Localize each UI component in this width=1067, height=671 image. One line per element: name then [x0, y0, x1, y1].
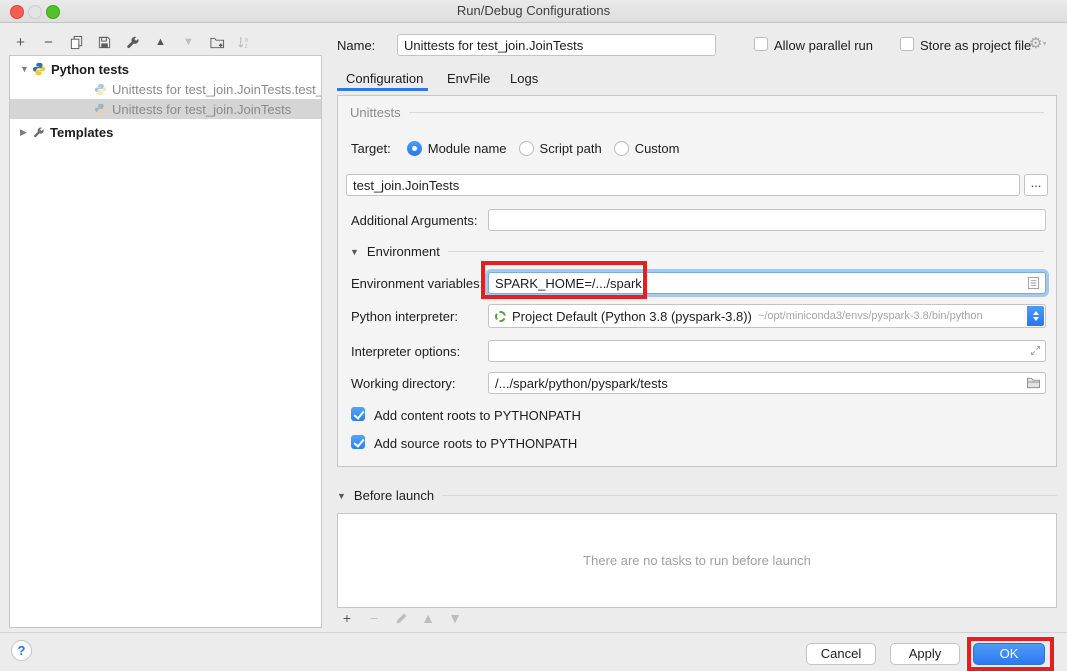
conda-env-icon: [495, 311, 506, 322]
module-name-label: Module name: [428, 141, 507, 156]
tab-configuration[interactable]: Configuration: [346, 71, 423, 86]
wrench-icon: [32, 126, 45, 139]
configurations-toolbar: + − ▲ ▼ az: [12, 34, 253, 51]
target-label: Target:: [351, 141, 391, 156]
group-divider: [442, 495, 1057, 496]
configuration-panel: Unittests Target: Module name Script pat…: [337, 95, 1057, 467]
add-task-icon[interactable]: +: [340, 611, 354, 625]
script-path-radio[interactable]: [519, 141, 534, 156]
group-divider: [409, 112, 1044, 113]
interpreter-options-input[interactable]: [488, 340, 1046, 362]
expand-field-icon[interactable]: [1029, 344, 1042, 357]
allow-parallel-run-label: Allow parallel run: [774, 38, 873, 53]
add-source-roots-checkbox[interactable]: [351, 435, 365, 449]
add-source-roots-label: Add source roots to PYTHONPATH: [374, 436, 577, 451]
python-icon: [32, 62, 46, 76]
window-title: Run/Debug Configurations: [0, 3, 1067, 18]
active-tab-indicator: [337, 88, 428, 91]
script-path-label: Script path: [540, 141, 602, 156]
move-task-down-icon[interactable]: ▼: [448, 611, 462, 625]
custom-radio[interactable]: [614, 141, 629, 156]
gear-icon[interactable]: ⚙▾: [1029, 34, 1046, 52]
apply-button[interactable]: Apply: [890, 643, 960, 665]
store-as-project-file-label: Store as project file: [920, 38, 1031, 53]
group-divider: [448, 251, 1044, 252]
working-directory-input[interactable]: [488, 372, 1046, 394]
help-button[interactable]: ?: [11, 640, 32, 661]
expand-icon[interactable]: ▶: [20, 127, 32, 138]
titlebar: Run/Debug Configurations: [0, 0, 1067, 23]
python-interpreter-select[interactable]: Project Default (Python 3.8 (pyspark-3.8…: [488, 304, 1046, 328]
before-launch-task-list: There are no tasks to run before launch: [337, 513, 1057, 608]
additional-arguments-input[interactable]: [488, 209, 1046, 231]
new-folder-icon[interactable]: [208, 34, 225, 51]
add-configuration-icon[interactable]: +: [12, 34, 29, 51]
edit-task-icon[interactable]: [394, 611, 408, 625]
environment-group-header[interactable]: ▼ Environment: [350, 244, 1044, 259]
environment-variables-label: Environment variables:: [351, 276, 483, 291]
interpreter-name: Project Default (Python 3.8 (pyspark-3.8…: [512, 309, 752, 324]
collapse-icon[interactable]: ▼: [350, 247, 359, 257]
tree-item-templates[interactable]: ▶ Templates: [10, 122, 321, 142]
sort-configurations-icon[interactable]: az: [236, 34, 253, 51]
before-launch-group-header[interactable]: ▼ Before launch: [337, 488, 1057, 503]
before-launch-empty-text: There are no tasks to run before launch: [583, 553, 811, 568]
before-launch-label: Before launch: [354, 488, 434, 503]
module-name-radio[interactable]: [407, 141, 422, 156]
move-up-icon[interactable]: ▲: [152, 34, 169, 51]
environment-group-label: Environment: [367, 244, 440, 259]
interpreter-options-label: Interpreter options:: [351, 344, 460, 359]
browse-target-button[interactable]: ...: [1024, 174, 1048, 196]
python-run-config-icon: [94, 83, 107, 96]
tree-item-label: Python tests: [51, 62, 129, 77]
move-down-icon[interactable]: ▼: [180, 34, 197, 51]
name-label: Name:: [337, 38, 375, 53]
tree-item-label: Unittests for test_join.JoinTests.test_n…: [112, 82, 321, 97]
interpreter-path: ~/opt/miniconda3/envs/pyspark-3.8/bin/py…: [758, 310, 983, 322]
tree-item-unittests-test-narrow[interactable]: Unittests for test_join.JoinTests.test_n…: [10, 79, 321, 99]
move-task-up-icon[interactable]: ▲: [421, 611, 435, 625]
edit-variables-icon[interactable]: [1027, 276, 1040, 290]
custom-label: Custom: [635, 141, 680, 156]
environment-variables-input[interactable]: [488, 272, 1046, 294]
svg-text:z: z: [245, 43, 248, 50]
unittests-group-header: Unittests: [350, 105, 1044, 120]
add-content-roots-label: Add content roots to PYTHONPATH: [374, 408, 581, 423]
tree-item-python-tests[interactable]: ▼ Python tests: [10, 59, 321, 79]
tree-item-label: Templates: [50, 125, 113, 140]
additional-arguments-label: Additional Arguments:: [351, 213, 477, 228]
save-configuration-icon[interactable]: [96, 34, 113, 51]
target-input[interactable]: [346, 174, 1020, 196]
python-run-config-icon: [94, 103, 107, 116]
tree-item-label: Unittests for test_join.JoinTests: [112, 102, 291, 117]
tab-envfile[interactable]: EnvFile: [447, 71, 490, 86]
copy-configuration-icon[interactable]: [68, 34, 85, 51]
working-directory-label: Working directory:: [351, 376, 456, 391]
before-launch-toolbar: + − ▲ ▼: [340, 611, 462, 625]
ok-button[interactable]: OK: [973, 643, 1045, 665]
allow-parallel-run-checkbox[interactable]: [754, 37, 768, 51]
target-option-custom[interactable]: Custom: [614, 141, 680, 156]
tab-logs[interactable]: Logs: [510, 71, 538, 86]
remove-task-icon[interactable]: −: [367, 611, 381, 625]
folder-icon[interactable]: [1026, 376, 1041, 389]
configurations-tree: ▼ Python tests Unittests for test_join.J…: [9, 55, 322, 628]
collapse-icon[interactable]: ▼: [337, 491, 346, 501]
store-as-project-file-checkbox[interactable]: [900, 37, 914, 51]
add-content-roots-checkbox[interactable]: [351, 407, 365, 421]
name-input[interactable]: [397, 34, 716, 56]
run-debug-configurations-dialog: Run/Debug Configurations + − ▲ ▼ az ▼ Py: [0, 0, 1067, 671]
combo-stepper-icon[interactable]: [1027, 306, 1044, 326]
edit-templates-icon[interactable]: [124, 34, 141, 51]
target-option-module-name[interactable]: Module name: [407, 141, 507, 156]
unittests-group-label: Unittests: [350, 105, 401, 120]
python-interpreter-label: Python interpreter:: [351, 309, 458, 324]
tree-item-unittests-jointests-selected[interactable]: Unittests for test_join.JoinTests: [10, 99, 321, 119]
remove-configuration-icon[interactable]: −: [40, 34, 57, 51]
target-option-script-path[interactable]: Script path: [519, 141, 602, 156]
footer-divider: [0, 632, 1067, 633]
collapse-icon[interactable]: ▼: [20, 64, 32, 74]
target-row: Target: Module name Script path Custom: [351, 141, 691, 156]
cancel-button[interactable]: Cancel: [806, 643, 876, 665]
